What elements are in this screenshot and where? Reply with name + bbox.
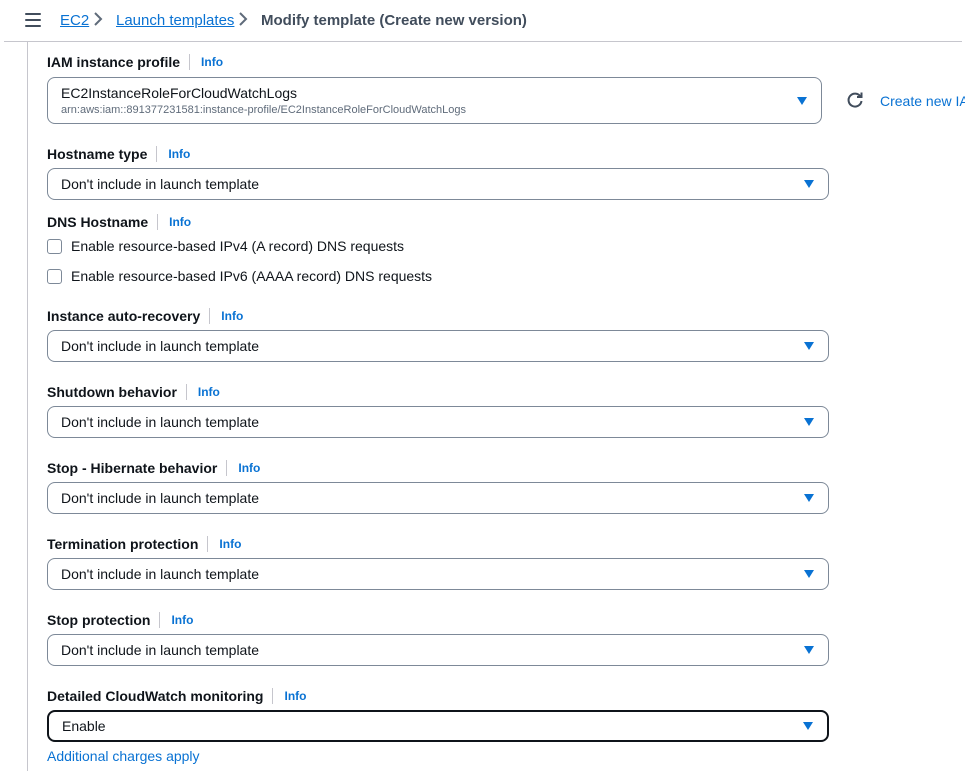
additional-charges-link[interactable]: Additional charges apply bbox=[47, 748, 200, 764]
caret-down-icon bbox=[804, 570, 814, 578]
label-divider bbox=[226, 460, 228, 476]
label-divider bbox=[189, 54, 191, 70]
field-label-text: IAM instance profile bbox=[47, 54, 181, 70]
breadcrumb-launch-templates[interactable]: Launch templates bbox=[116, 12, 234, 29]
termination-protection-label: Termination protection Info bbox=[47, 536, 241, 552]
chevron-right-icon bbox=[239, 12, 248, 26]
ipv4-dns-checkbox[interactable] bbox=[47, 238, 62, 254]
refresh-icon[interactable] bbox=[846, 91, 864, 109]
field-label-text: Termination protection bbox=[47, 536, 199, 552]
iam-instance-profile-label: IAM instance profile Info bbox=[47, 54, 223, 70]
label-divider bbox=[157, 214, 159, 230]
breadcrumb-current: Modify template (Create new version) bbox=[261, 12, 527, 29]
label-divider bbox=[185, 384, 187, 400]
stop-protection-label: Stop protection Info bbox=[47, 612, 193, 628]
field-label-text: DNS Hostname bbox=[47, 214, 149, 230]
hostname-info-link[interactable]: Info bbox=[168, 147, 190, 161]
label-divider bbox=[209, 308, 211, 324]
hibernate-behavior-select[interactable]: Don't include in launch template bbox=[47, 482, 829, 514]
field-label-text: Hostname type bbox=[47, 146, 148, 162]
caret-down-icon bbox=[804, 494, 814, 502]
caret-down-icon bbox=[804, 418, 814, 426]
hostname-type-label: Hostname type Info bbox=[47, 146, 190, 162]
top-bar: EC2 Launch templates Modify template (Cr… bbox=[0, 0, 965, 42]
checkbox-label: Enable resource-based IPv4 (A record) DN… bbox=[71, 238, 405, 254]
select-value: Don't include in launch template bbox=[61, 566, 260, 582]
selected-profile-name: EC2InstanceRoleForCloudWatchLogs bbox=[61, 85, 298, 101]
termination-info-link[interactable]: Info bbox=[219, 537, 241, 551]
breadcrumb-ec2[interactable]: EC2 bbox=[60, 12, 89, 29]
auto-recovery-label: Instance auto-recovery Info bbox=[47, 308, 243, 324]
ipv6-dns-checkbox[interactable] bbox=[47, 268, 62, 284]
select-value: Don't include in launch template bbox=[61, 414, 260, 430]
dns-hostname-label: DNS Hostname Info bbox=[47, 214, 191, 230]
hibernate-behavior-label: Stop - Hibernate behavior Info bbox=[47, 460, 260, 476]
iam-instance-profile-select[interactable]: EC2InstanceRoleForCloudWatchLogs arn:aws… bbox=[47, 77, 822, 124]
caret-down-icon bbox=[804, 646, 814, 654]
select-value: Enable bbox=[62, 718, 106, 734]
stop-protection-select[interactable]: Don't include in launch template bbox=[47, 634, 829, 666]
field-label-text: Stop - Hibernate behavior bbox=[47, 460, 218, 476]
cloudwatch-info-link[interactable]: Info bbox=[284, 689, 306, 703]
cloudwatch-monitoring-select[interactable]: Enable bbox=[47, 710, 829, 742]
caret-down-icon bbox=[804, 342, 814, 350]
header-divider bbox=[4, 41, 962, 42]
select-value: Don't include in launch template bbox=[61, 642, 260, 658]
select-value: Don't include in launch template bbox=[61, 490, 260, 506]
dns-info-link[interactable]: Info bbox=[169, 215, 191, 229]
menu-icon[interactable] bbox=[25, 13, 41, 27]
ipv6-dns-option[interactable]: Enable resource-based IPv6 (AAAA record)… bbox=[47, 268, 432, 284]
field-label-text: Shutdown behavior bbox=[47, 384, 177, 400]
selected-profile-arn: arn:aws:iam::891377231581:instance-profi… bbox=[61, 104, 466, 116]
label-divider bbox=[207, 536, 209, 552]
field-label-text: Instance auto-recovery bbox=[47, 308, 201, 324]
stop-protection-info-link[interactable]: Info bbox=[171, 613, 193, 627]
select-value: Don't include in launch template bbox=[61, 176, 260, 192]
caret-down-icon bbox=[803, 722, 813, 730]
label-divider bbox=[159, 612, 161, 628]
iam-info-link[interactable]: Info bbox=[201, 55, 223, 69]
shutdown-info-link[interactable]: Info bbox=[198, 385, 220, 399]
chevron-right-icon bbox=[94, 12, 103, 26]
ipv4-dns-option[interactable]: Enable resource-based IPv4 (A record) DN… bbox=[47, 238, 404, 254]
caret-down-icon bbox=[797, 97, 807, 105]
auto-recovery-select[interactable]: Don't include in launch template bbox=[47, 330, 829, 362]
shutdown-behavior-select[interactable]: Don't include in launch template bbox=[47, 406, 829, 438]
caret-down-icon bbox=[804, 180, 814, 188]
select-value: Don't include in launch template bbox=[61, 338, 260, 354]
field-label-text: Detailed CloudWatch monitoring bbox=[47, 688, 264, 704]
label-divider bbox=[272, 688, 274, 704]
label-divider bbox=[156, 146, 158, 162]
shutdown-behavior-label: Shutdown behavior Info bbox=[47, 384, 220, 400]
hibernate-info-link[interactable]: Info bbox=[238, 461, 260, 475]
auto-recovery-info-link[interactable]: Info bbox=[221, 309, 243, 323]
field-label-text: Stop protection bbox=[47, 612, 151, 628]
hostname-type-select[interactable]: Don't include in launch template bbox=[47, 168, 829, 200]
create-new-iam-profile-link[interactable]: Create new IA bbox=[880, 93, 965, 109]
container-left-border bbox=[27, 42, 28, 771]
cloudwatch-monitoring-label: Detailed CloudWatch monitoring Info bbox=[47, 688, 306, 704]
termination-protection-select[interactable]: Don't include in launch template bbox=[47, 558, 829, 590]
checkbox-label: Enable resource-based IPv6 (AAAA record)… bbox=[71, 268, 433, 284]
